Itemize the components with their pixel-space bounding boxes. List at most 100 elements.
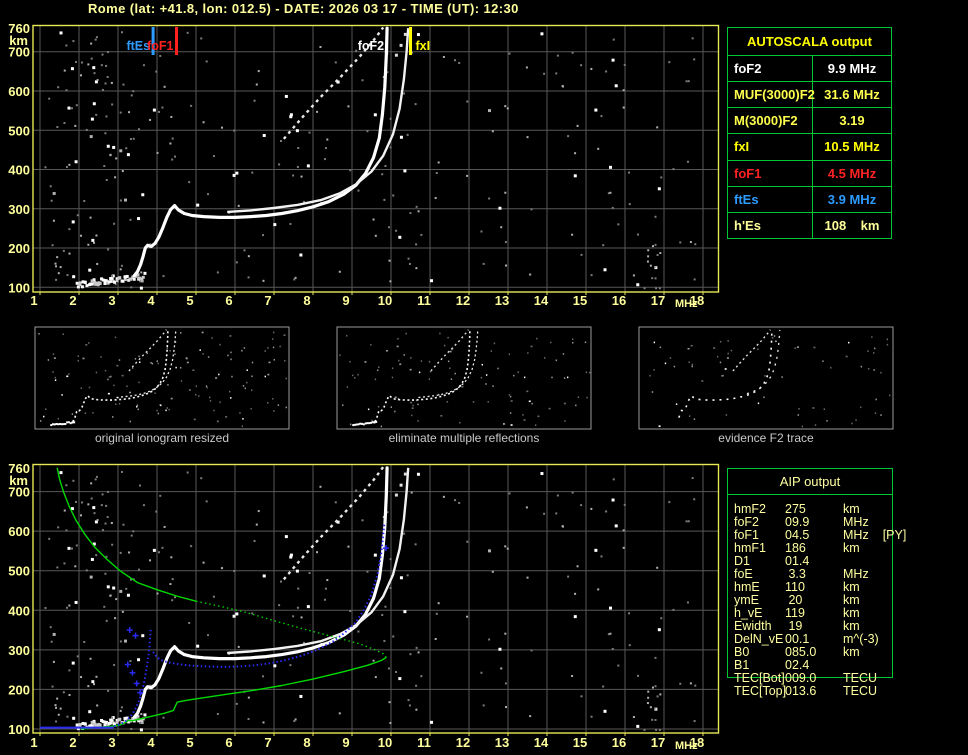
svg-text:4: 4	[147, 735, 155, 750]
param-note	[869, 568, 883, 581]
param-label: MUF(3000)F2	[728, 82, 813, 107]
svg-text:1: 1	[30, 293, 37, 308]
svg-text:12: 12	[456, 735, 470, 750]
table-row: fxI10.5 MHz	[728, 133, 891, 159]
svg-text:6: 6	[225, 293, 232, 308]
param-label: h'Es	[728, 213, 813, 238]
panel-eliminate-reflections	[337, 327, 591, 429]
param-value: 3.19	[813, 113, 891, 128]
table-row: TEC[Top]013.6TECU	[727, 685, 927, 698]
aip-output-table: hmF2275kmfoF209.9MHzfoF104.5MHz[PY]hmF11…	[727, 503, 927, 698]
svg-text:10: 10	[378, 735, 392, 750]
autoscala-output-table: AUTOSCALA output foF29.9 MHzMUF(3000)F23…	[727, 27, 892, 239]
svg-text:10: 10	[378, 293, 392, 308]
param-label: M(3000)F2	[728, 108, 813, 133]
table-row: B0085.0km	[727, 646, 927, 659]
svg-text:500: 500	[8, 123, 30, 138]
svg-text:14: 14	[534, 293, 549, 308]
svg-text:100: 100	[8, 280, 30, 295]
svg-text:15: 15	[573, 293, 587, 308]
top-ionogram-plot: 123456789101112131415161718MHz1002003004…	[8, 21, 718, 310]
bottom-ionogram-plot: 123456789101112131415161718MHz1002003004…	[8, 461, 718, 752]
param-note	[860, 646, 874, 659]
param-value: 013.6	[785, 685, 832, 698]
svg-text:5: 5	[186, 293, 193, 308]
param-unit: TECU	[832, 685, 877, 698]
svg-text:9: 9	[342, 293, 349, 308]
svg-text:8: 8	[303, 293, 310, 308]
svg-text:7: 7	[264, 735, 271, 750]
svg-text:600: 600	[8, 84, 30, 99]
svg-text:400: 400	[8, 603, 30, 618]
svg-text:100: 100	[8, 722, 30, 737]
param-unit	[832, 659, 843, 672]
table-row: M(3000)F23.19	[728, 107, 891, 133]
param-label: TEC[Top]	[727, 685, 785, 698]
panel-caption-original: original ionogram resized	[35, 431, 289, 445]
svg-text:16: 16	[612, 735, 626, 750]
svg-text:3: 3	[108, 735, 115, 750]
svg-text:300: 300	[8, 202, 30, 217]
table-row: ftEs3.9 MHz	[728, 186, 891, 212]
param-value: 4.5 MHz	[813, 166, 891, 181]
svg-text:MHz: MHz	[675, 740, 698, 752]
svg-text:17: 17	[651, 293, 665, 308]
table-row: foF14.5 MHz	[728, 160, 891, 186]
panel-caption-eliminate: eliminate multiple reflections	[337, 431, 591, 445]
svg-text:1: 1	[30, 735, 37, 750]
svg-text:11: 11	[417, 293, 431, 308]
svg-text:3: 3	[108, 293, 115, 308]
param-value: 3.9 MHz	[813, 192, 891, 207]
svg-text:9: 9	[342, 735, 349, 750]
param-note	[869, 516, 883, 529]
param-unit	[832, 555, 843, 568]
param-note	[860, 607, 874, 620]
autoscala-table-title: AUTOSCALA output	[728, 28, 891, 55]
svg-text:13: 13	[495, 735, 509, 750]
svg-text:17: 17	[651, 735, 665, 750]
svg-text:200: 200	[8, 241, 30, 256]
param-label: ftEs	[728, 187, 813, 212]
svg-text:5: 5	[186, 735, 193, 750]
svg-text:7: 7	[264, 293, 271, 308]
param-value: 10.5 MHz	[813, 139, 891, 154]
param-note: [PY]	[869, 529, 907, 542]
table-row: MUF(3000)F231.6 MHz	[728, 81, 891, 107]
aip-table-separator	[727, 494, 893, 495]
svg-text:15: 15	[573, 735, 587, 750]
svg-text:km: km	[9, 473, 28, 488]
panel-original-ionogram	[35, 327, 289, 429]
param-value: 108 km	[813, 218, 891, 233]
param-label: foF2	[728, 56, 813, 81]
panel-evidence-f2-trace	[639, 327, 893, 429]
svg-text:11: 11	[417, 735, 431, 750]
svg-text:16: 16	[612, 293, 626, 308]
svg-text:km: km	[9, 33, 28, 48]
param-note	[877, 672, 891, 685]
param-label: fxI	[728, 134, 813, 159]
table-row: h'Es108 km	[728, 212, 891, 238]
aip-table-title: AIP output	[727, 474, 893, 489]
svg-text:MHz: MHz	[675, 298, 698, 310]
svg-text:2: 2	[69, 293, 76, 308]
table-row: foF29.9 MHz	[728, 55, 891, 81]
param-value: 9.9 MHz	[813, 61, 891, 76]
table-row: D101.4	[727, 555, 927, 568]
svg-text:4: 4	[147, 293, 155, 308]
svg-text:500: 500	[8, 564, 30, 579]
param-value: 31.6 MHz	[813, 87, 891, 102]
param-note	[860, 542, 874, 555]
table-row: DelN_vE00.1m^(-3)	[727, 633, 927, 646]
svg-text:6: 6	[225, 735, 232, 750]
svg-text:400: 400	[8, 163, 30, 178]
svg-text:14: 14	[534, 735, 549, 750]
svg-text:12: 12	[456, 293, 470, 308]
param-note	[879, 633, 893, 646]
panel-caption-evidence: evidence F2 trace	[639, 431, 893, 445]
param-unit: km	[832, 542, 860, 555]
marker-label-fxI: fxI	[416, 39, 431, 53]
param-note	[860, 581, 874, 594]
param-label: foF1	[728, 161, 813, 186]
param-note	[877, 685, 891, 698]
svg-text:2: 2	[69, 735, 76, 750]
